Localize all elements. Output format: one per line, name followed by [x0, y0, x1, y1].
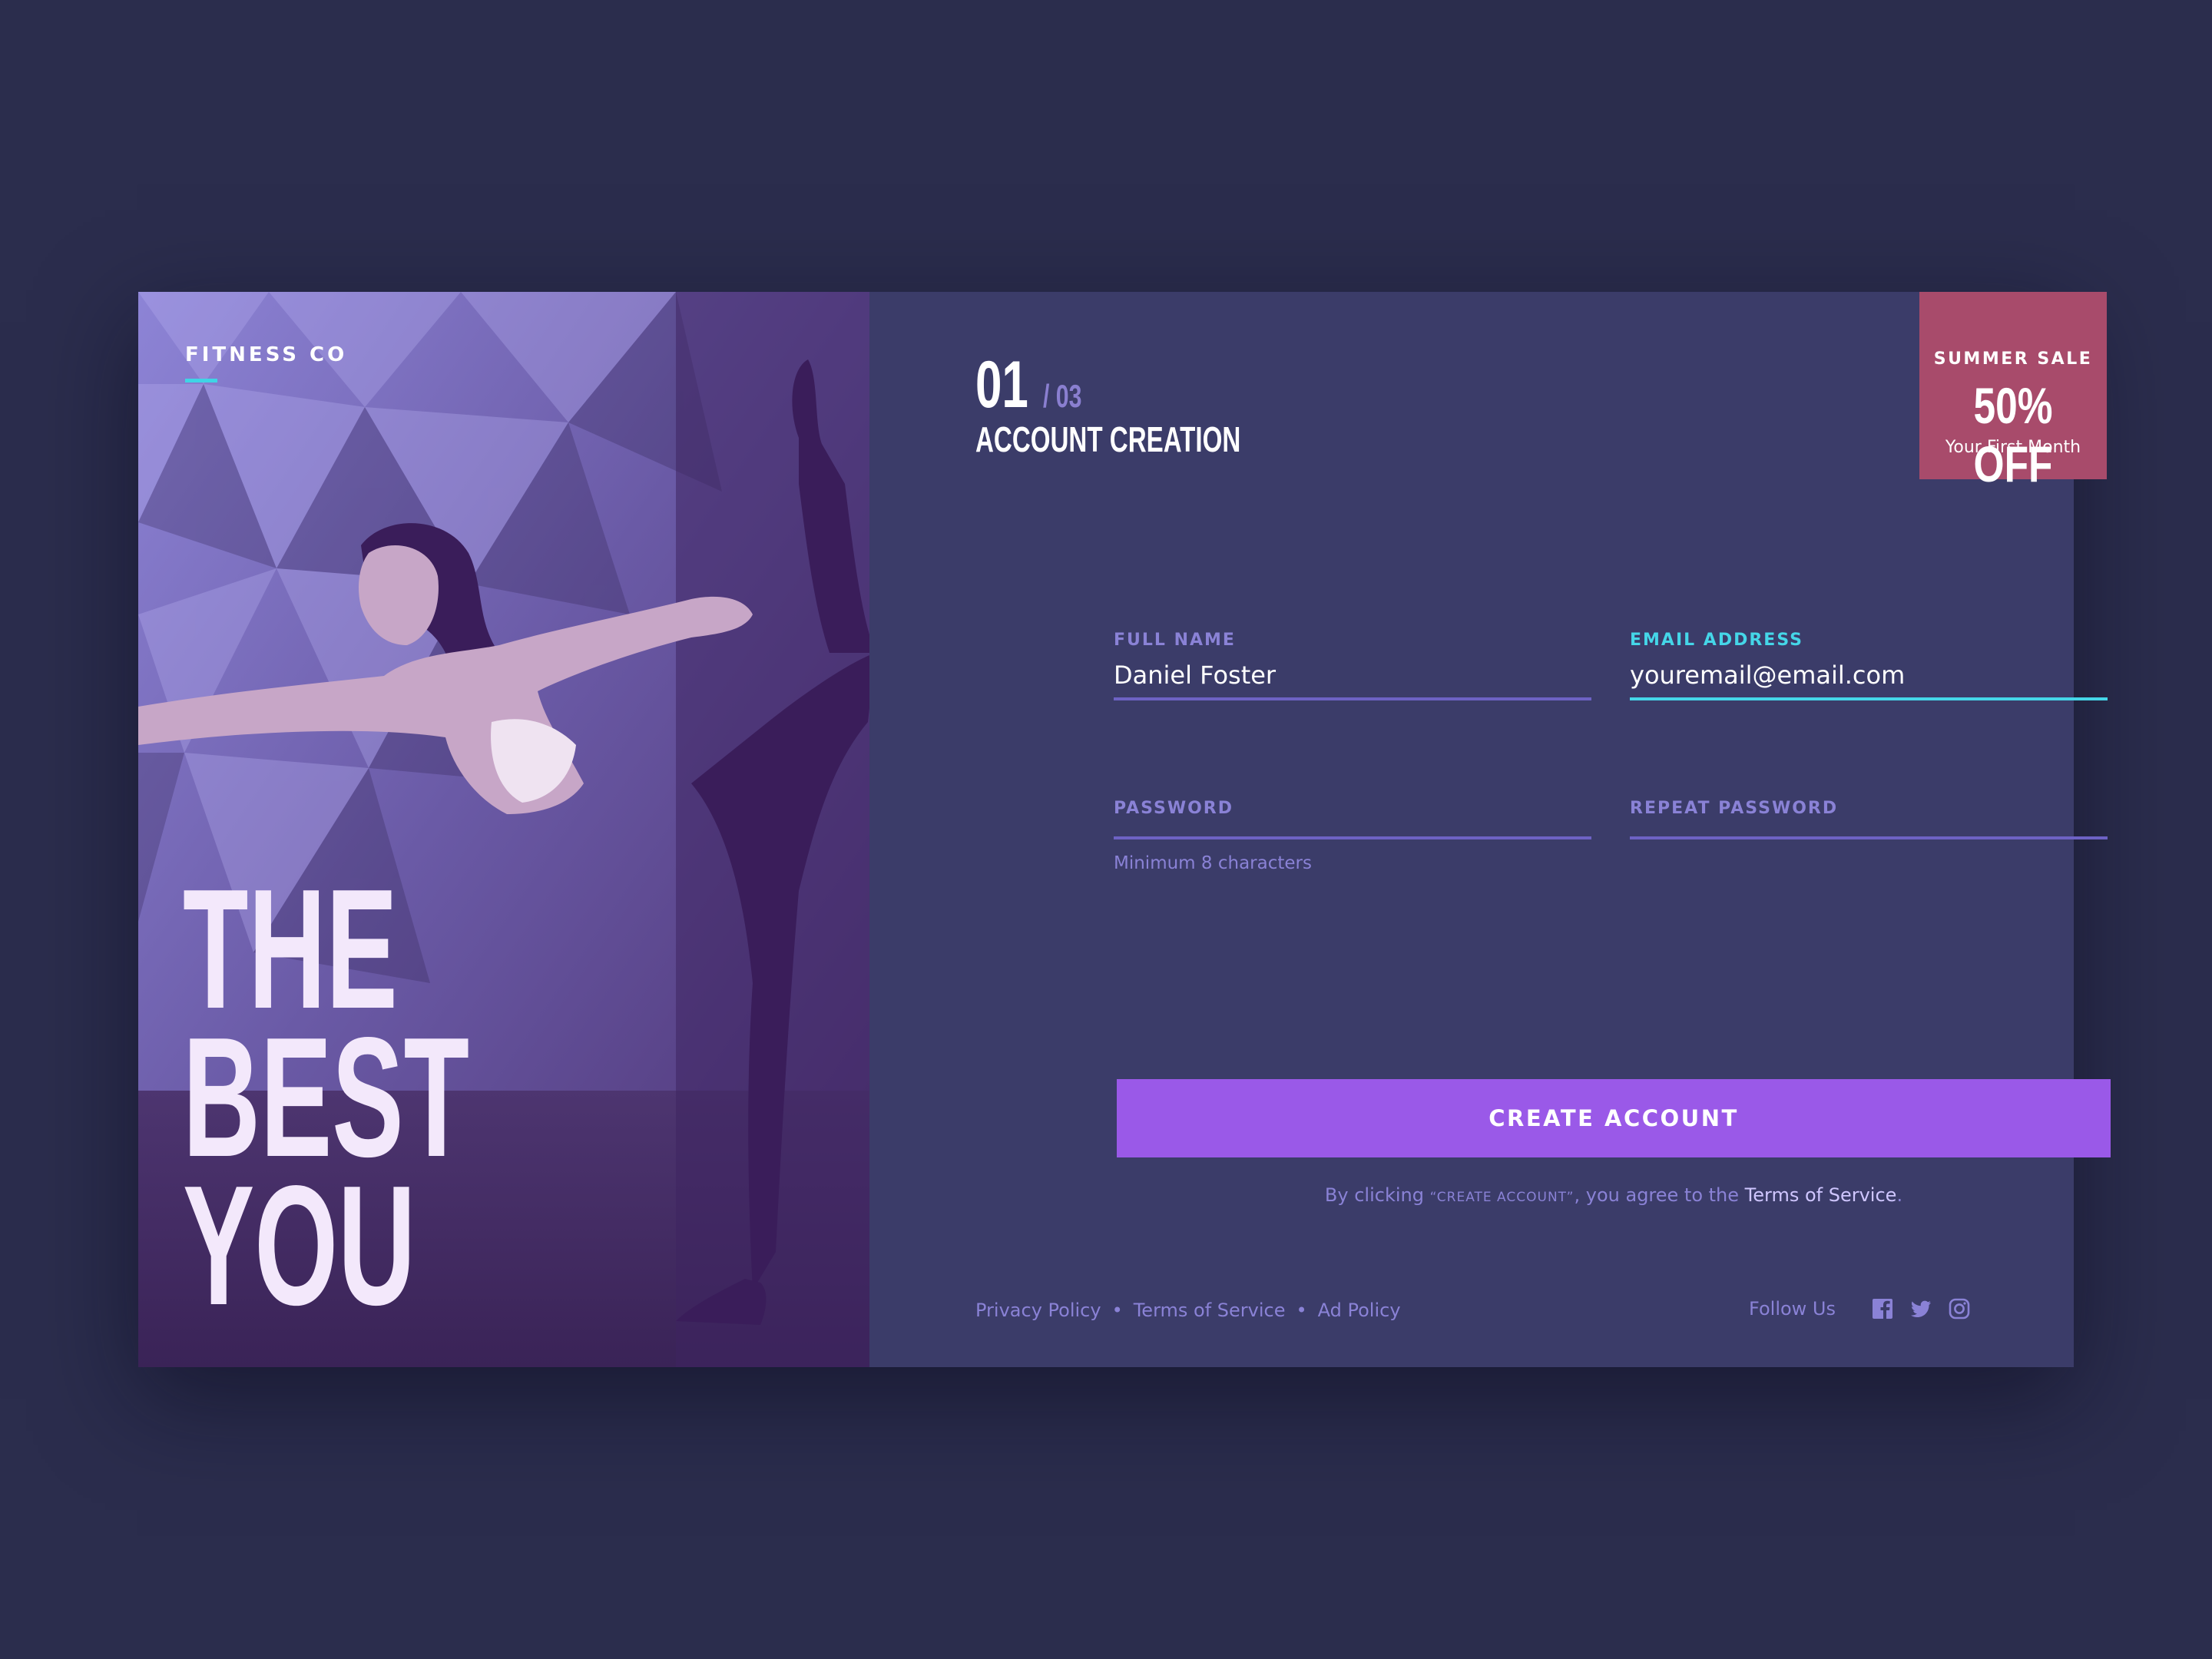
- repeat-password-underline: [1630, 836, 2108, 839]
- form-panel: 01 / 03 ACCOUNT CREATION SUMMER SALE 50% …: [869, 292, 2111, 1367]
- promo-subtitle: Your First Month: [1945, 438, 2081, 457]
- footer-separator: •: [1296, 1300, 1307, 1321]
- password-label: PASSWORD: [1114, 799, 1234, 818]
- promo-offer: 50% OFF: [1973, 377, 2053, 492]
- social-links: Follow Us: [1749, 1295, 1971, 1323]
- terms-suffix: .: [1896, 1184, 1903, 1206]
- full-name-label: FULL NAME: [1114, 631, 1236, 650]
- full-name-input[interactable]: Daniel Foster: [1114, 661, 1591, 694]
- email-field[interactable]: EMAIL ADDRESS youremail@email.com: [1630, 631, 2108, 700]
- ad-policy-link[interactable]: Ad Policy: [1318, 1300, 1401, 1321]
- tagline-line-3: YOU: [183, 1151, 416, 1341]
- step-title: ACCOUNT CREATION: [975, 419, 1241, 459]
- hero-tagline: THE BEST YOU: [183, 864, 469, 1341]
- footer-separator: •: [1111, 1300, 1123, 1321]
- terms-link[interactable]: Terms of Service: [1745, 1184, 1897, 1206]
- password-hint: Minimum 8 characters: [1114, 853, 1312, 873]
- terms-notice: By clicking “CREATE ACCOUNT”, you agree …: [1117, 1184, 2111, 1206]
- hero-panel: FITNESS CO THE BEST YOU: [138, 292, 869, 1367]
- password-field[interactable]: PASSWORD Minimum 8 characters: [1114, 799, 1591, 873]
- signup-card: FITNESS CO THE BEST YOU 01 / 03 ACCOUNT C…: [138, 292, 2111, 1367]
- repeat-password-input[interactable]: [1630, 829, 2108, 833]
- instagram-icon[interactable]: [1948, 1297, 1971, 1320]
- password-input[interactable]: [1114, 829, 1591, 833]
- promo-title: SUMMER SALE: [1933, 349, 2093, 369]
- follow-us-label: Follow Us: [1749, 1298, 1836, 1320]
- email-input[interactable]: youremail@email.com: [1630, 661, 2108, 694]
- full-name-field[interactable]: FULL NAME Daniel Foster: [1114, 631, 1591, 700]
- password-underline: [1114, 836, 1591, 839]
- full-name-underline: [1114, 697, 1591, 700]
- terms-prefix: By clicking: [1324, 1184, 1430, 1206]
- step-current: 01: [975, 348, 1028, 422]
- terms-middle: , you agree to the: [1574, 1184, 1745, 1206]
- email-label: EMAIL ADDRESS: [1630, 631, 1804, 650]
- facebook-icon[interactable]: [1871, 1297, 1894, 1320]
- brand-underline: [185, 379, 217, 382]
- brand-logo: FITNESS CO: [185, 343, 348, 366]
- step-indicator: 01 / 03: [975, 347, 1097, 423]
- repeat-password-field[interactable]: REPEAT PASSWORD: [1630, 799, 2108, 839]
- twitter-icon[interactable]: [1909, 1297, 1932, 1320]
- email-underline: [1630, 697, 2108, 700]
- privacy-policy-link[interactable]: Privacy Policy: [975, 1300, 1101, 1321]
- promo-badge[interactable]: SUMMER SALE 50% OFF Your First Month: [1919, 292, 2107, 492]
- footer-links: Privacy Policy • Terms of Service • Ad Polic…: [975, 1300, 1401, 1321]
- create-account-button[interactable]: CREATE ACCOUNT: [1117, 1079, 2111, 1157]
- repeat-password-label: REPEAT PASSWORD: [1630, 799, 1839, 818]
- terms-of-service-link[interactable]: Terms of Service: [1134, 1300, 1286, 1321]
- step-total: / 03: [1043, 378, 1082, 414]
- terms-quoted: “CREATE ACCOUNT”: [1429, 1190, 1575, 1205]
